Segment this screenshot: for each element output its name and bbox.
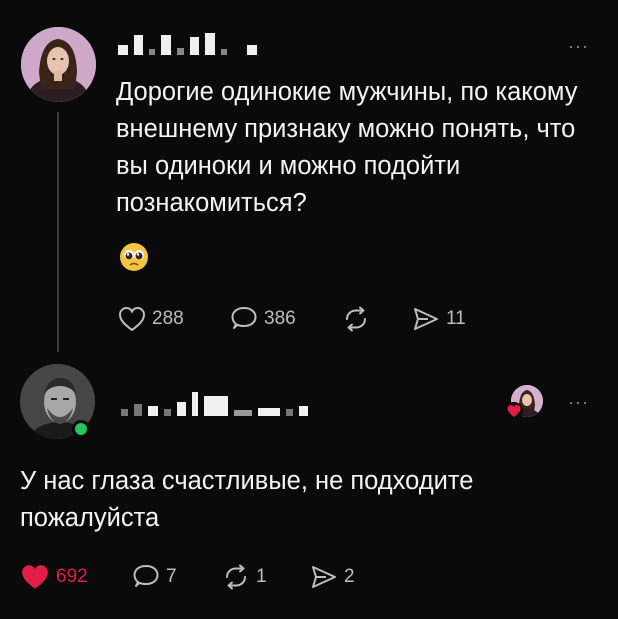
post-comment-count: 386 bbox=[264, 308, 296, 329]
post-like-count: 288 bbox=[152, 308, 184, 329]
comment-icon bbox=[231, 307, 257, 329]
reply-like-button[interactable]: 692 bbox=[20, 563, 132, 591]
send-icon bbox=[312, 566, 336, 588]
post-share-count: 11 bbox=[446, 308, 466, 329]
reply-comment-count: 7 bbox=[166, 566, 177, 587]
repost-icon bbox=[226, 564, 246, 590]
post-comment-button[interactable]: 386 bbox=[230, 306, 342, 332]
reply-like-count: 692 bbox=[56, 566, 88, 587]
post-share-button[interactable]: 11 bbox=[412, 306, 466, 332]
heart-filled-icon bbox=[22, 565, 48, 589]
post-actions: 288 386 11 bbox=[118, 306, 466, 332]
author-liked-heart-icon bbox=[505, 402, 523, 420]
post-repost-button[interactable] bbox=[342, 306, 412, 332]
reply-share-count: 2 bbox=[344, 566, 355, 587]
post-more-options[interactable]: ··· bbox=[568, 36, 589, 57]
post-text: Дорогие одинокие мужчины, по какому внеш… bbox=[116, 78, 578, 217]
reply-repost-count: 1 bbox=[256, 566, 267, 587]
reply-comment-button[interactable]: 7 bbox=[132, 564, 222, 590]
heart-icon bbox=[118, 306, 146, 332]
reply-more-options[interactable]: ··· bbox=[568, 392, 589, 413]
reply-text: У нас глаза счастливые, не подходите пож… bbox=[20, 467, 474, 532]
reply-actions: 692 7 1 2 bbox=[20, 563, 355, 591]
repost-icon bbox=[346, 306, 366, 332]
thread-line bbox=[57, 112, 59, 352]
comment-icon bbox=[133, 565, 159, 587]
online-status-dot bbox=[72, 420, 90, 438]
reply-repost-button[interactable]: 1 bbox=[222, 564, 310, 590]
post-author-name-redacted[interactable] bbox=[118, 33, 257, 55]
post-author-avatar[interactable] bbox=[21, 27, 96, 102]
pleading-face-emoji bbox=[119, 242, 149, 272]
send-icon bbox=[414, 308, 438, 330]
reply-share-button[interactable]: 2 bbox=[310, 564, 355, 590]
reply-author-name-redacted[interactable] bbox=[121, 388, 308, 416]
post-like-button[interactable]: 288 bbox=[118, 306, 230, 332]
